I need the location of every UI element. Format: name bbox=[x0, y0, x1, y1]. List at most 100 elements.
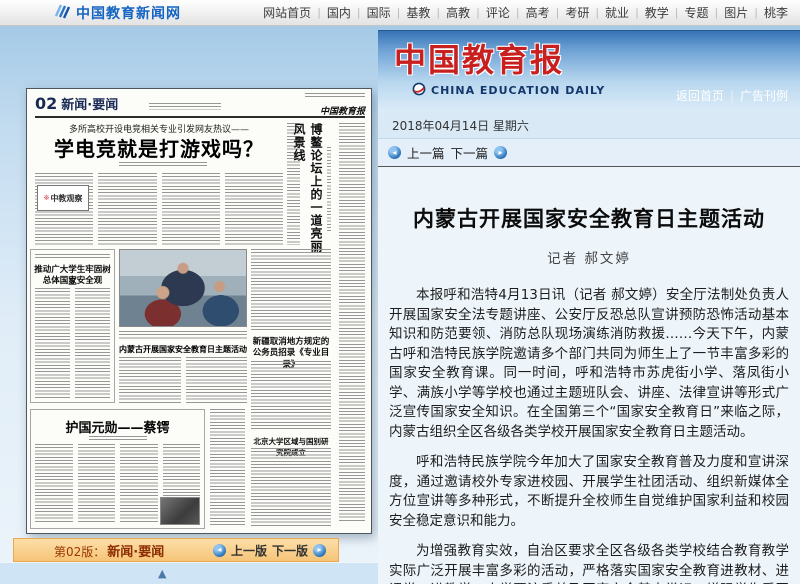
bottom-strip: ▲ bbox=[0, 562, 378, 584]
prev-page-icon[interactable] bbox=[213, 544, 226, 557]
vertical-headline-byline bbox=[327, 147, 331, 231]
nav-item-domestic[interactable]: 国内 bbox=[323, 4, 355, 21]
next-article-button[interactable]: 下一篇 bbox=[451, 143, 489, 162]
text-column bbox=[210, 409, 245, 527]
prev-article-button[interactable]: 上一篇 bbox=[407, 143, 445, 162]
prev-article-icon[interactable] bbox=[388, 146, 401, 159]
nav-separator: | bbox=[395, 6, 403, 19]
article-paragraph: 呼和浩特民族学院今年加大了国家安全教育普及力度和宣讲深度，通过邀请校外专家进校园… bbox=[389, 453, 789, 531]
site-logo[interactable]: 中国教育新闻网 bbox=[52, 3, 181, 23]
back-home-link[interactable]: 返回首页 bbox=[676, 87, 724, 104]
site-logo-text: 中国教育新闻网 bbox=[76, 3, 181, 23]
page-background: 中国教育新闻网 网站首页 | 国内 | 国际 | 基教 | 高教 | 评论 | … bbox=[0, 0, 800, 584]
paper-header-logo-block: 中国教育报 bbox=[293, 93, 365, 118]
text-column bbox=[251, 361, 331, 431]
nav-item-kaoyan[interactable]: 考研 bbox=[561, 4, 593, 21]
news-photo-caption bbox=[119, 331, 247, 340]
article-paragraph: 本报呼和浩特4月13日讯（记者 郝文婷）安全厅法制处负责人开展国家安全法专题讲座… bbox=[389, 286, 789, 442]
nav-item-comment[interactable]: 评论 bbox=[482, 4, 514, 21]
security-story-columns bbox=[35, 288, 110, 398]
caie-story-headline: 护国元勋——蔡锷 bbox=[30, 417, 205, 436]
text-column bbox=[225, 173, 283, 245]
page-section-label: 新闻·要闻 bbox=[107, 541, 164, 560]
ad-rates-link[interactable]: 广告刊例 bbox=[740, 87, 788, 104]
back-to-top-icon[interactable]: ▲ bbox=[158, 567, 166, 580]
lead-story-headline: 学电竞就是打游戏吗？ bbox=[35, 133, 283, 162]
nav-item-jobs[interactable]: 就业 bbox=[601, 4, 633, 21]
caie-story-byline bbox=[89, 436, 147, 440]
issue-date: 2018年04月14日 星期六 bbox=[392, 117, 529, 134]
nav-item-basic-edu[interactable]: 基教 bbox=[402, 4, 434, 21]
text-column bbox=[35, 444, 73, 524]
next-page-button[interactable]: 下一版 bbox=[272, 542, 308, 559]
zhongjiao-guancha-badge: 中教观察 bbox=[37, 185, 89, 211]
prev-page-button[interactable]: 上一版 bbox=[231, 542, 267, 559]
text-column bbox=[120, 444, 158, 524]
nav-separator: | bbox=[434, 6, 442, 19]
newspaper-page-image[interactable]: 02 新闻·要闻 中国教育报 多所高校开设电竞相关专业引发网友热议—— 学电竞就… bbox=[26, 88, 372, 534]
nav-separator: | bbox=[633, 6, 641, 19]
paper-page-header: 02 新闻·要闻 bbox=[35, 94, 118, 113]
article-body: 本报呼和浩特4月13日讯（记者 郝文婷）安全厅法制处负责人开展国家安全法专题讲座… bbox=[389, 286, 789, 584]
text-column bbox=[78, 444, 116, 524]
paper-logo-english: CHINA EDUCATION DAILY bbox=[431, 84, 605, 97]
nav-separator: | bbox=[554, 6, 562, 19]
nav-item-taoli[interactable]: 桃李 bbox=[760, 4, 792, 21]
masthead-links: 返回首页 | 广告刊例 bbox=[676, 87, 788, 104]
text-column bbox=[162, 173, 220, 245]
nav-item-pictures[interactable]: 图片 bbox=[720, 4, 752, 21]
nav-separator: | bbox=[673, 6, 681, 19]
site-logo-icon bbox=[52, 3, 70, 23]
paper-logo-english-row: CHINA EDUCATION DAILY bbox=[412, 81, 605, 100]
paper-section-name: 新闻·要闻 bbox=[61, 94, 118, 113]
paper-header-rule bbox=[35, 116, 365, 118]
issue-date-row: 2018年04月14日 星期六 bbox=[378, 112, 800, 139]
paper-logo-chinese[interactable]: 中国教育报 bbox=[394, 35, 564, 81]
article-byline: 记者 郝文婷 bbox=[389, 247, 789, 267]
security-story-headline-line2: 总体国家安全观 bbox=[32, 274, 113, 286]
paper-page-number: 02 bbox=[35, 94, 57, 113]
site-top-nav: 中国教育新闻网 网站首页 | 国内 | 国际 | 基教 | 高教 | 评论 | … bbox=[0, 0, 800, 26]
neimenggu-story-headline: 内蒙古开展国家安全教育日主题活动 bbox=[113, 344, 253, 355]
nav-item-international[interactable]: 国际 bbox=[363, 4, 395, 21]
article-nav-row: 上一篇 下一篇 bbox=[378, 139, 800, 167]
text-column bbox=[98, 173, 156, 245]
nav-item-teaching[interactable]: 教学 bbox=[641, 4, 673, 21]
nav-separator: | bbox=[355, 6, 363, 19]
neimenggu-story-columns bbox=[119, 357, 247, 403]
nav-separator: | bbox=[474, 6, 482, 19]
text-column bbox=[186, 357, 248, 403]
news-photo bbox=[119, 249, 247, 327]
vertical-headline: 博鳌论坛上的一道亮丽风景线 bbox=[303, 123, 325, 263]
nav-separator: | bbox=[713, 6, 721, 19]
article-paragraph: 为增强教育实效，自治区要求全区各级各类学校结合教育教学实际广泛开展丰富多彩的活动… bbox=[389, 542, 789, 584]
text-column bbox=[75, 288, 110, 398]
text-column bbox=[119, 357, 181, 403]
nav-item-higher-edu[interactable]: 高教 bbox=[442, 4, 474, 21]
page-selector-nav: 上一版 下一版 bbox=[213, 542, 326, 559]
article-title: 内蒙古开展国家安全教育日主题活动 bbox=[389, 203, 789, 233]
caie-story-image bbox=[160, 497, 200, 525]
masthead-link-separator: | bbox=[730, 89, 734, 103]
nav-separator: | bbox=[752, 6, 760, 19]
paper-header-meta-text bbox=[149, 103, 221, 110]
page-selector-bar: 第02版： 新闻·要闻 上一版 下一版 bbox=[13, 538, 339, 562]
page-selector-label: 第02版： 新闻·要闻 bbox=[54, 541, 164, 560]
nav-separator: | bbox=[514, 6, 522, 19]
lead-story-byline bbox=[119, 162, 207, 167]
text-column bbox=[251, 448, 331, 526]
nav-separator: | bbox=[593, 6, 601, 19]
page-number-label: 第02版： bbox=[54, 543, 105, 560]
site-nav-list: 网站首页 | 国内 | 国际 | 基教 | 高教 | 评论 | 高考 | 考研 … bbox=[259, 4, 792, 21]
paper-masthead: 中国教育报 CHINA EDUCATION DAILY 返回首页 | 广告刊例 bbox=[378, 30, 800, 112]
nav-separator: | bbox=[315, 6, 323, 19]
text-column bbox=[251, 249, 331, 331]
next-article-icon[interactable] bbox=[494, 146, 507, 159]
next-page-icon[interactable] bbox=[313, 544, 326, 557]
nav-item-topics[interactable]: 专题 bbox=[681, 4, 713, 21]
article-panel: 内蒙古开展国家安全教育日主题活动 记者 郝文婷 本报呼和浩特4月13日讯（记者 … bbox=[378, 167, 800, 584]
nav-item-home[interactable]: 网站首页 bbox=[259, 4, 315, 21]
nav-item-gaokao[interactable]: 高考 bbox=[522, 4, 554, 21]
text-column bbox=[339, 123, 365, 523]
text-column bbox=[35, 288, 70, 398]
